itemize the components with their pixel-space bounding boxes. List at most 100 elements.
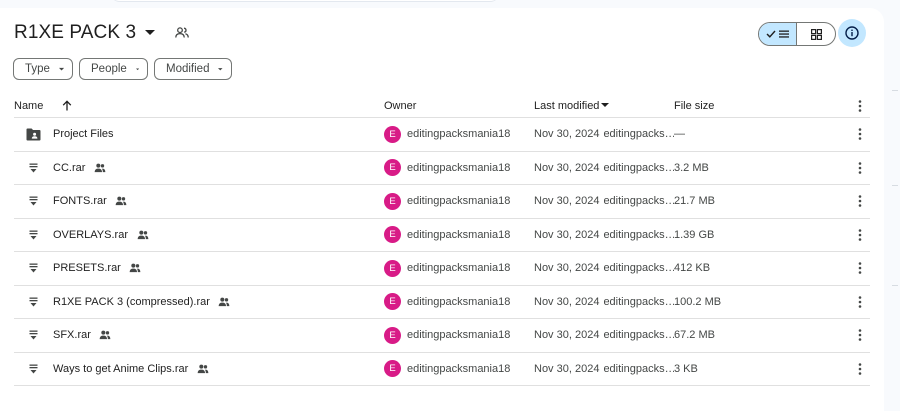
archive-file-icon xyxy=(25,227,41,243)
table-row[interactable]: OVERLAYS.rar E editingpacksmania18 Nov 3… xyxy=(14,219,870,252)
table-body: Project Files E editingpacksmania18 Nov … xyxy=(14,118,870,386)
people-icon xyxy=(99,329,112,342)
modified-date: Nov 30, 2024 xyxy=(534,161,600,174)
table-row[interactable]: CC.rar E editingpacksmania18 Nov 30, 202… xyxy=(14,152,870,185)
modified-by: editingpacks… xyxy=(603,362,674,375)
avatar: E xyxy=(384,360,401,378)
more-vert-icon[interactable] xyxy=(849,228,870,241)
people-icon xyxy=(115,195,128,208)
shared-folder-icon xyxy=(25,126,41,142)
archive-file-icon xyxy=(25,294,41,310)
file-size-column-header: File size xyxy=(674,100,849,112)
sort-up-arrow-icon[interactable] xyxy=(61,100,73,112)
top-search-edge xyxy=(110,0,500,2)
folder-title-bar: R1XE PACK 3 xyxy=(14,20,190,46)
more-vert-icon[interactable] xyxy=(849,262,870,275)
avatar: E xyxy=(384,125,401,143)
owner-name: editingpacksmania18 xyxy=(407,195,511,208)
archive-file-icon xyxy=(25,193,41,209)
file-name[interactable]: Ways to get Anime Clips.rar xyxy=(53,363,188,375)
modified-by: editingpacks… xyxy=(603,195,674,208)
modified-date: Nov 30, 2024 xyxy=(534,362,600,375)
table-row[interactable]: SFX.rar E editingpacksmania18 Nov 30, 20… xyxy=(14,319,870,353)
file-name[interactable]: PRESETS.rar xyxy=(53,262,121,274)
caret-down-icon xyxy=(135,68,139,70)
file-name[interactable]: OVERLAYS.rar xyxy=(53,229,128,241)
list-view-icon xyxy=(779,30,789,38)
more-vert-icon[interactable] xyxy=(849,195,870,208)
archive-file-icon xyxy=(25,260,41,276)
avatar: E xyxy=(384,192,401,210)
filter-chips: Type People Modified xyxy=(13,58,232,80)
file-name[interactable]: FONTS.rar xyxy=(53,195,107,207)
gutter-divider xyxy=(892,90,898,91)
filter-people-chip[interactable]: People xyxy=(79,58,148,80)
people-icon xyxy=(196,362,209,375)
people-icon xyxy=(129,262,142,275)
caret-down-icon[interactable] xyxy=(142,25,158,41)
grid-view-button[interactable] xyxy=(797,23,835,45)
header-label: File size xyxy=(674,99,715,112)
info-icon xyxy=(845,26,859,40)
table-row[interactable]: R1XE PACK 3 (compressed).rar E editingpa… xyxy=(14,286,870,319)
avatar: E xyxy=(384,293,401,311)
caret-down-icon xyxy=(58,67,64,70)
checkmark-icon xyxy=(766,30,776,38)
chip-label: Type xyxy=(25,63,50,75)
people-icon xyxy=(218,295,231,308)
chip-label: Modified xyxy=(166,63,210,75)
grid-view-icon xyxy=(810,28,822,40)
file-size: 412 KB xyxy=(674,262,711,275)
file-size: 3.2 MB xyxy=(674,161,709,174)
people-icon[interactable] xyxy=(174,25,190,41)
modified-date: Nov 30, 2024 xyxy=(534,262,600,275)
list-view-button[interactable] xyxy=(759,23,798,45)
file-size: 3 KB xyxy=(674,362,698,375)
modified-date: Nov 30, 2024 xyxy=(534,329,600,342)
view-toggle xyxy=(758,22,836,46)
modified-date: Nov 30, 2024 xyxy=(534,195,600,208)
file-name[interactable]: R1XE PACK 3 (compressed).rar xyxy=(53,296,210,308)
folder-title[interactable]: R1XE PACK 3 xyxy=(14,22,136,44)
table-row[interactable]: PRESETS.rar E editingpacksmania18 Nov 30… xyxy=(14,252,870,286)
filter-modified-chip[interactable]: Modified xyxy=(154,58,232,80)
top-strip xyxy=(0,0,900,8)
filter-type-chip[interactable]: Type xyxy=(13,58,73,80)
modified-by: editingpacks… xyxy=(603,128,674,141)
table-row[interactable]: FONTS.rar E editingpacksmania18 Nov 30, … xyxy=(14,185,870,219)
owner-name: editingpacksmania18 xyxy=(407,295,511,308)
file-size: 67.2 MB xyxy=(674,329,715,342)
modified-date: Nov 30, 2024 xyxy=(534,295,600,308)
name-column-header[interactable]: Name xyxy=(14,100,73,112)
modified-by: editingpacks… xyxy=(603,161,674,174)
more-vert-icon[interactable] xyxy=(849,128,870,141)
table-row[interactable]: Ways to get Anime Clips.rar E editingpac… xyxy=(14,353,870,386)
header-label: Last modified xyxy=(534,99,600,112)
modified-date: Nov 30, 2024 xyxy=(534,128,600,141)
more-vert-icon[interactable] xyxy=(849,329,870,342)
info-button[interactable] xyxy=(838,19,866,47)
archive-file-icon xyxy=(25,327,41,343)
owner-column-header: Owner xyxy=(384,100,534,112)
people-icon xyxy=(93,161,106,174)
more-vert-icon[interactable] xyxy=(849,295,870,308)
modified-by: editingpacks… xyxy=(603,329,674,342)
avatar: E xyxy=(384,159,401,177)
people-icon xyxy=(136,228,149,241)
file-size: 1.39 GB xyxy=(674,228,715,241)
file-name[interactable]: Project Files xyxy=(53,128,114,140)
header-label: Name xyxy=(14,99,44,112)
more-vert-icon[interactable] xyxy=(849,99,870,112)
chip-label: People xyxy=(91,63,127,75)
file-size: — xyxy=(674,128,685,141)
owner-name: editingpacksmania18 xyxy=(407,329,511,342)
table-row[interactable]: Project Files E editingpacksmania18 Nov … xyxy=(14,118,870,152)
owner-name: editingpacksmania18 xyxy=(407,362,511,375)
more-vert-icon[interactable] xyxy=(849,161,870,174)
file-name[interactable]: SFX.rar xyxy=(53,329,91,341)
owner-name: editingpacksmania18 xyxy=(407,262,511,275)
last-modified-column-header[interactable]: Last modified xyxy=(534,99,610,112)
file-size: 100.2 MB xyxy=(674,295,722,308)
more-vert-icon[interactable] xyxy=(849,362,870,375)
file-name[interactable]: CC.rar xyxy=(53,162,85,174)
